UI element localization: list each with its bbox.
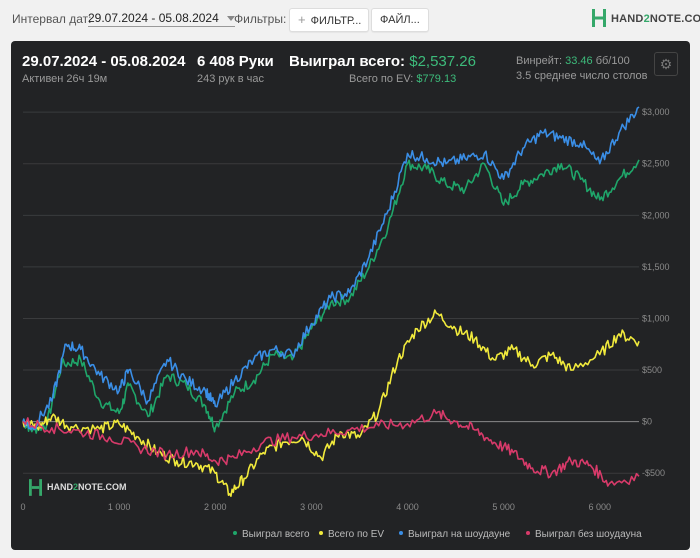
- filter-button-label: ФИЛЬТР...: [310, 15, 362, 27]
- filters-label: Фильтры:: [234, 12, 287, 26]
- x-tick-label: 3 000: [300, 502, 323, 512]
- file-button[interactable]: ФАЙЛ...: [371, 8, 429, 32]
- x-tick-label: 4 000: [396, 502, 419, 512]
- top-toolbar: Интервал дат: 29.07.2024 - 05.08.2024 Фи…: [0, 0, 700, 40]
- chart-legend: Выиграл всего Всего по EV Выиграл на шоуда…: [11, 529, 690, 545]
- legend-dot-icon: [233, 531, 237, 536]
- file-button-label: ФАЙЛ...: [380, 14, 420, 26]
- legend-label: Выиграл на шоудауне: [408, 529, 511, 540]
- graph-panel: 29.07.2024 - 05.08.2024 Активен 26ч 19м …: [11, 41, 690, 550]
- filter-button[interactable]: + ФИЛЬТР...: [289, 8, 369, 32]
- date-range-value: 29.07.2024 - 05.08.2024: [88, 11, 219, 25]
- legend-dot-icon: [526, 531, 530, 536]
- date-interval-label: Интервал дат:: [12, 12, 92, 26]
- y-tick-label: $500: [642, 365, 662, 375]
- legend-item[interactable]: Всего по EV: [319, 529, 384, 540]
- logo-text: HAND2NOTE.COM: [611, 13, 700, 25]
- legend-item[interactable]: Выиграл всего: [233, 529, 310, 540]
- legend-label: Выиграл без шоудауна: [535, 529, 642, 540]
- x-tick-label: 6 000: [589, 502, 612, 512]
- legend-item[interactable]: Выиграл на шоудауне: [399, 529, 510, 540]
- legend-dot-icon: [399, 531, 403, 536]
- series-line: [22, 106, 640, 431]
- watermark-mark-icon: [29, 479, 42, 496]
- plus-icon: +: [298, 12, 306, 27]
- profit-chart: -$500 $0 $500 $1,000 $1,500 $2,000 $2,500 $3,00…: [20, 106, 670, 512]
- x-tick-label: 1 000: [108, 502, 131, 512]
- y-tick-label: $1,500: [642, 262, 670, 272]
- y-tick-label: $3,000: [642, 107, 670, 117]
- legend-label: Всего по EV: [328, 529, 385, 540]
- x-tick-label: 0: [20, 502, 25, 512]
- watermark-text: HAND2NOTE.COM: [47, 482, 127, 492]
- y-tick-label: $2,000: [642, 210, 670, 220]
- y-tick-label: $0: [642, 417, 652, 427]
- y-tick-label: $1,000: [642, 313, 670, 323]
- y-tick-label: $2,500: [642, 159, 670, 169]
- legend-item[interactable]: Выиграл без шоудауна: [526, 529, 642, 540]
- date-range-select[interactable]: 29.07.2024 - 05.08.2024: [88, 11, 235, 27]
- legend-dot-icon: [319, 531, 323, 536]
- x-tick-label: 5 000: [492, 502, 515, 512]
- legend-label: Выиграл всего: [242, 529, 310, 540]
- logo-mark-icon: [592, 9, 606, 27]
- y-tick-label: -$500: [642, 468, 665, 478]
- x-tick-label: 2 000: [204, 502, 227, 512]
